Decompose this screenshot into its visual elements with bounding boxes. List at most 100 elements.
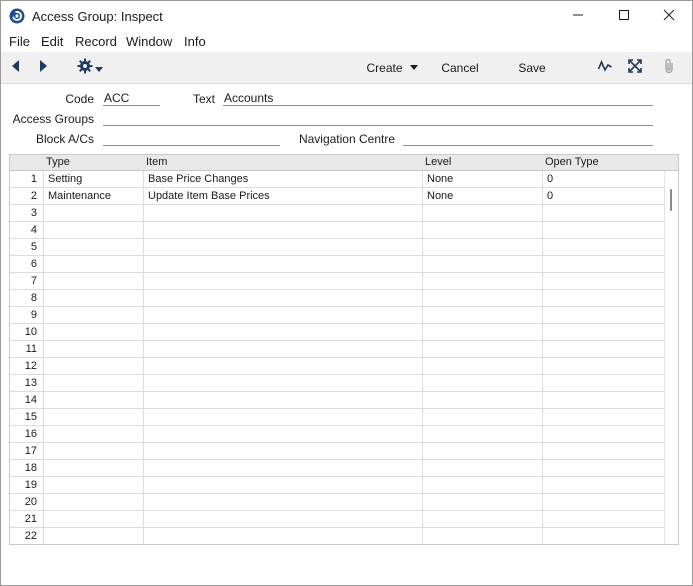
table-row[interactable]: 16 [10,426,664,443]
navigation-centre-field[interactable] [403,132,653,146]
cell-open-type[interactable] [543,392,664,408]
cell-type[interactable] [44,358,144,374]
cell-type[interactable] [44,477,144,493]
table-row[interactable]: 9 [10,307,664,324]
cell-item[interactable] [144,494,423,510]
cell-open-type[interactable] [543,290,664,306]
maximize-button[interactable] [601,1,647,31]
cell-type[interactable] [44,222,144,238]
cell-item[interactable] [144,528,423,544]
cell-level[interactable]: None [423,171,543,187]
cell-type[interactable] [44,307,144,323]
create-button[interactable]: Create [364,52,420,83]
cell-item[interactable]: Update Item Base Prices [144,188,423,204]
cell-type[interactable] [44,375,144,391]
cell-item[interactable] [144,375,423,391]
cell-item[interactable] [144,256,423,272]
cell-level[interactable] [423,528,543,544]
cell-level[interactable] [423,290,543,306]
save-button[interactable]: Save [514,52,550,83]
table-row[interactable]: 14 [10,392,664,409]
cell-open-type[interactable] [543,528,664,544]
cell-type[interactable] [44,205,144,221]
cell-open-type[interactable] [543,307,664,323]
cell-open-type[interactable] [543,256,664,272]
cell-level[interactable] [423,307,543,323]
cell-level[interactable] [423,392,543,408]
block-acs-field[interactable] [103,132,280,146]
cell-item[interactable] [144,443,423,459]
cell-open-type[interactable] [543,358,664,374]
cell-item[interactable] [144,409,423,425]
activity-button[interactable] [595,52,615,83]
minimize-button[interactable] [555,1,601,31]
cell-level[interactable] [423,477,543,493]
cell-type[interactable]: Maintenance [44,188,144,204]
column-header-level[interactable]: Level [425,156,451,168]
cell-level[interactable] [423,256,543,272]
table-row[interactable]: 21 [10,511,664,528]
table-row[interactable]: 17 [10,443,664,460]
cell-type[interactable] [44,324,144,340]
back-button[interactable] [7,52,25,83]
table-row[interactable]: 20 [10,494,664,511]
table-row[interactable]: 18 [10,460,664,477]
cell-type[interactable] [44,511,144,527]
cell-open-type[interactable]: 0 [543,171,664,187]
cell-level[interactable]: None [423,188,543,204]
menu-info[interactable]: Info [184,34,206,49]
cell-item[interactable] [144,324,423,340]
cell-type[interactable] [44,290,144,306]
table-row[interactable]: 4 [10,222,664,239]
cell-open-type[interactable] [543,222,664,238]
menu-file[interactable]: File [9,34,30,49]
cell-type[interactable] [44,460,144,476]
cell-type[interactable] [44,341,144,357]
cell-item[interactable] [144,392,423,408]
cell-open-type[interactable] [543,341,664,357]
cell-item[interactable] [144,477,423,493]
cell-level[interactable] [423,511,543,527]
cell-level[interactable] [423,443,543,459]
table-row[interactable]: 2 Maintenance Update Item Base Prices None 0 [10,188,664,205]
cell-level[interactable] [423,494,543,510]
cell-level[interactable] [423,409,543,425]
table-row[interactable]: 8 [10,290,664,307]
vertical-scrollbar[interactable] [664,171,678,544]
cell-item[interactable] [144,290,423,306]
cancel-button[interactable]: Cancel [437,52,483,83]
cell-type[interactable] [44,494,144,510]
cell-open-type[interactable] [543,273,664,289]
cell-item[interactable] [144,511,423,527]
column-header-open-type[interactable]: Open Type [545,156,599,168]
cell-item[interactable] [144,239,423,255]
table-row[interactable]: 6 [10,256,664,273]
cell-open-type[interactable] [543,443,664,459]
table-row[interactable]: 12 [10,358,664,375]
cell-open-type[interactable] [543,494,664,510]
menu-edit[interactable]: Edit [41,34,63,49]
cell-open-type[interactable] [543,511,664,527]
menu-window[interactable]: Window [126,34,172,49]
cell-open-type[interactable] [543,239,664,255]
title-bar[interactable]: Access Group: Inspect [1,1,692,32]
cell-open-type[interactable] [543,205,664,221]
table-row[interactable]: 7 [10,273,664,290]
table-row[interactable]: 19 [10,477,664,494]
cell-level[interactable] [423,273,543,289]
table-row[interactable]: 11 [10,341,664,358]
table-row[interactable]: 15 [10,409,664,426]
access-groups-field[interactable] [103,112,653,126]
cell-open-type[interactable] [543,324,664,340]
cell-type[interactable] [44,273,144,289]
cell-item[interactable] [144,426,423,442]
cell-type[interactable] [44,392,144,408]
cell-level[interactable] [423,375,543,391]
cell-type[interactable]: Setting [44,171,144,187]
cell-item[interactable] [144,341,423,357]
cell-type[interactable] [44,443,144,459]
table-row[interactable]: 3 [10,205,664,222]
cell-level[interactable] [423,222,543,238]
text-field[interactable]: Accounts [223,92,653,106]
cell-item[interactable] [144,205,423,221]
